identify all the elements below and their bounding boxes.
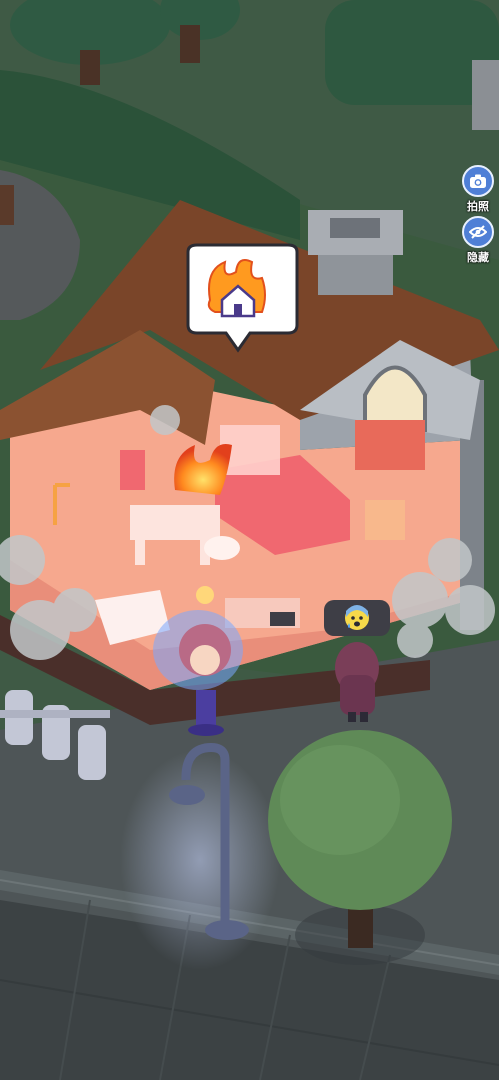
eye-slash-icon	[462, 216, 494, 248]
camera-icon	[462, 165, 494, 197]
game-scene	[0, 0, 499, 1080]
camera-button[interactable]: 拍照	[458, 165, 498, 214]
camera-button-label: 拍照	[467, 200, 489, 213]
hide-button-label: 隐藏	[467, 251, 489, 264]
player-character[interactable]	[335, 642, 379, 722]
character-emote-bubble	[324, 600, 390, 636]
anxious-sweat-face-icon	[345, 605, 369, 630]
house-fire-alert-bubble[interactable]	[186, 243, 299, 353]
hide-ui-button[interactable]: 隐藏	[458, 216, 498, 265]
